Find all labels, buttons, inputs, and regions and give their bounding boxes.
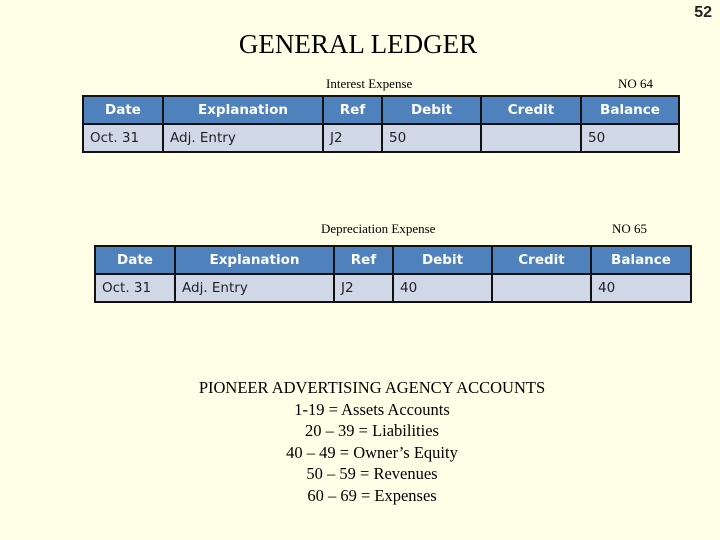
cell-debit: 50 xyxy=(381,123,482,153)
legend-line-expenses: 60 – 69 = Expenses xyxy=(307,485,437,505)
account-name-depreciation-expense: Depreciation Expense xyxy=(321,221,436,236)
cell-credit xyxy=(480,123,582,153)
cell-explanation: Adj. Entry xyxy=(174,273,335,303)
column-header-ref: Ref xyxy=(333,245,394,275)
cell-balance: 50 xyxy=(580,123,680,153)
cell-credit xyxy=(491,273,592,303)
cell-date: Oct. 31 xyxy=(82,123,164,153)
legend-line-owners-equity: 40 – 49 = Owner’s Equity xyxy=(286,442,458,462)
table-row: Oct. 31 Adj. Entry J2 40 40 xyxy=(94,273,692,303)
column-header-ref: Ref xyxy=(322,95,383,125)
table-header-row: Date Explanation Ref Debit Credit Balanc… xyxy=(94,245,692,275)
column-header-credit: Credit xyxy=(480,95,582,125)
column-header-explanation: Explanation xyxy=(162,95,324,125)
legend-line-revenues: 50 – 59 = Revenues xyxy=(306,464,438,484)
column-header-debit: Debit xyxy=(392,245,493,275)
account-number-64: NO 64 xyxy=(618,76,654,91)
cell-debit: 40 xyxy=(392,273,493,303)
legend-line-liabilities: 20 – 39 = Liabilities xyxy=(305,421,439,441)
column-header-explanation: Explanation xyxy=(174,245,335,275)
account-name-interest-expense: Interest Expense xyxy=(326,76,413,91)
cell-explanation: Adj. Entry xyxy=(162,123,324,153)
column-header-balance: Balance xyxy=(590,245,692,275)
column-header-credit: Credit xyxy=(491,245,592,275)
table-row: Oct. 31 Adj. Entry J2 50 50 xyxy=(82,123,680,153)
page-title: GENERAL LEDGER xyxy=(238,29,478,59)
legend-heading: PIONEER ADVERTISING AGENCY ACCOUNTS xyxy=(198,378,546,397)
ledger-table-depreciation-expense: Date Explanation Ref Debit Credit Balanc… xyxy=(94,245,692,303)
column-header-debit: Debit xyxy=(381,95,482,125)
ledger-table-interest-expense: Date Explanation Ref Debit Credit Balanc… xyxy=(82,95,680,153)
legend-line-assets: 1-19 = Assets Accounts xyxy=(294,399,450,419)
column-header-balance: Balance xyxy=(580,95,680,125)
cell-balance: 40 xyxy=(590,273,692,303)
account-numbering-legend: PIONEER ADVERTISING AGENCY ACCOUNTS 1-19… xyxy=(0,377,720,507)
account-number-65: NO 65 xyxy=(612,221,648,236)
page-number: 52 xyxy=(694,4,712,21)
cell-ref: J2 xyxy=(333,273,394,303)
column-header-date: Date xyxy=(82,95,164,125)
column-header-date: Date xyxy=(94,245,176,275)
cell-ref: J2 xyxy=(322,123,383,153)
table-header-row: Date Explanation Ref Debit Credit Balanc… xyxy=(82,95,680,125)
cell-date: Oct. 31 xyxy=(94,273,176,303)
